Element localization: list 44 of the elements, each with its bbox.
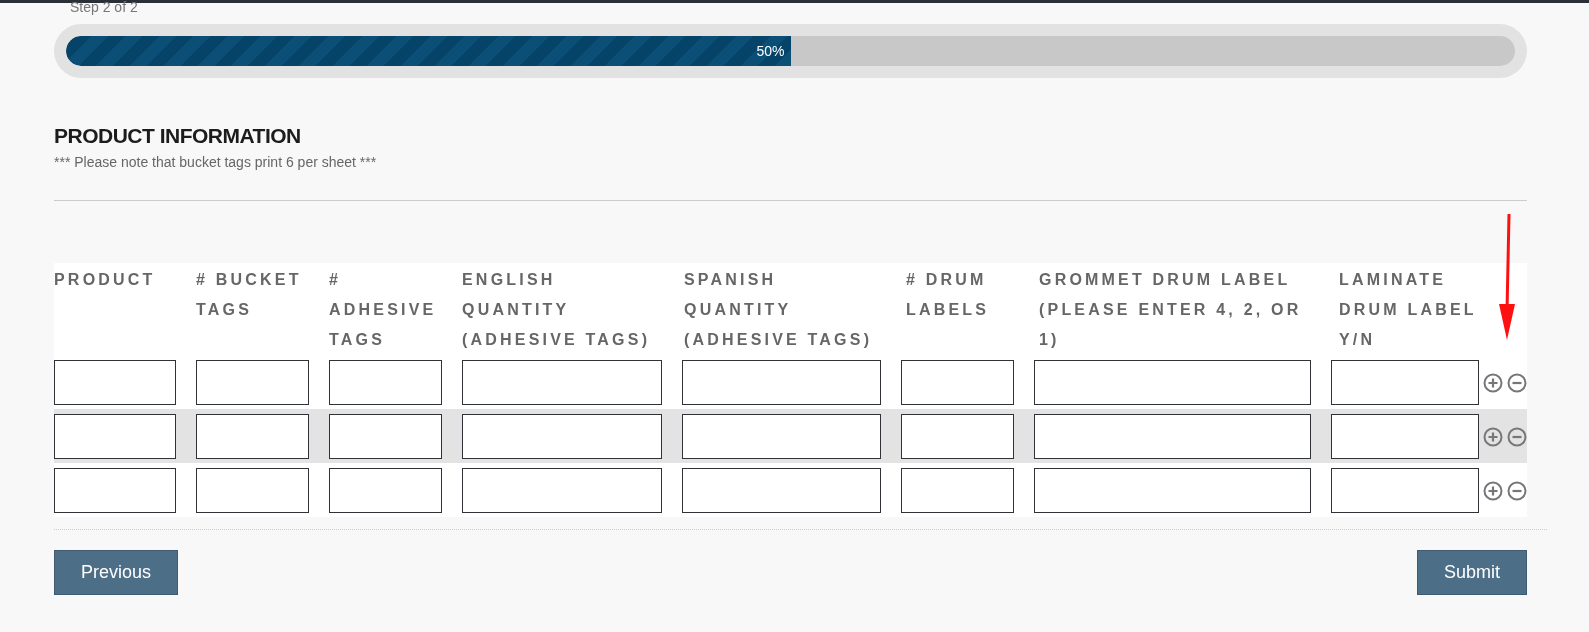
input-field[interactable] — [196, 360, 309, 405]
input-field[interactable] — [681, 468, 882, 513]
input-field[interactable] — [329, 468, 442, 513]
input-field[interactable] — [1331, 414, 1479, 459]
input-field[interactable] — [901, 468, 1015, 513]
input-field[interactable] — [329, 414, 442, 459]
remove-icon[interactable] — [1507, 426, 1527, 447]
remove-icon[interactable] — [1507, 480, 1527, 501]
input-field[interactable] — [901, 414, 1015, 459]
input-field[interactable] — [901, 360, 1015, 405]
previous-button[interactable]: Previous — [54, 550, 179, 595]
input-field[interactable] — [462, 468, 662, 513]
input-field[interactable] — [462, 360, 662, 405]
input-field[interactable] — [1331, 468, 1479, 513]
add-icon[interactable] — [1483, 372, 1503, 393]
column-header: LAMINATE DRUM LABEL Y/N — [1339, 270, 1478, 350]
progress-reading: 50% — [756, 43, 785, 59]
step-label: Step 2 of 2 — [70, 0, 139, 14]
section-title: PRODUCT INFORMATION — [54, 124, 302, 148]
column-header: GROMMET DRUM LABEL (PLEASE ENTER 4, 2, OR 1) — [1039, 270, 1303, 350]
remove-icon[interactable] — [1507, 372, 1527, 393]
section-note: *** Please note that bucket tags print 6 per sheet *** — [54, 154, 378, 170]
input-field[interactable] — [1331, 360, 1479, 405]
input-field[interactable] — [329, 360, 442, 405]
input-field[interactable] — [1034, 468, 1311, 513]
input-field[interactable] — [681, 414, 882, 459]
column-header: # ADHESIVE TAGS — [329, 270, 438, 350]
column-header: SPANISH QUANTITY (ADHESIVE TAGS) — [684, 270, 874, 350]
column-header: # DRUM LABELS — [906, 270, 991, 320]
column-header: # BUCKET TAGS — [196, 270, 303, 320]
input-field[interactable] — [196, 414, 309, 459]
submit-button[interactable]: Submit — [1416, 550, 1527, 595]
input-field[interactable] — [196, 468, 309, 513]
column-header: PRODUCT — [54, 270, 157, 290]
input-field[interactable] — [54, 360, 176, 405]
input-field[interactable] — [1034, 414, 1311, 459]
add-icon[interactable] — [1483, 480, 1503, 501]
add-icon[interactable] — [1483, 426, 1503, 447]
input-field[interactable] — [1034, 360, 1311, 405]
column-header: ENGLISH QUANTITY (ADHESIVE TAGS) — [462, 270, 652, 350]
input-field[interactable] — [462, 414, 662, 459]
input-field[interactable] — [54, 468, 176, 513]
input-field[interactable] — [681, 360, 882, 405]
input-field[interactable] — [54, 414, 176, 459]
